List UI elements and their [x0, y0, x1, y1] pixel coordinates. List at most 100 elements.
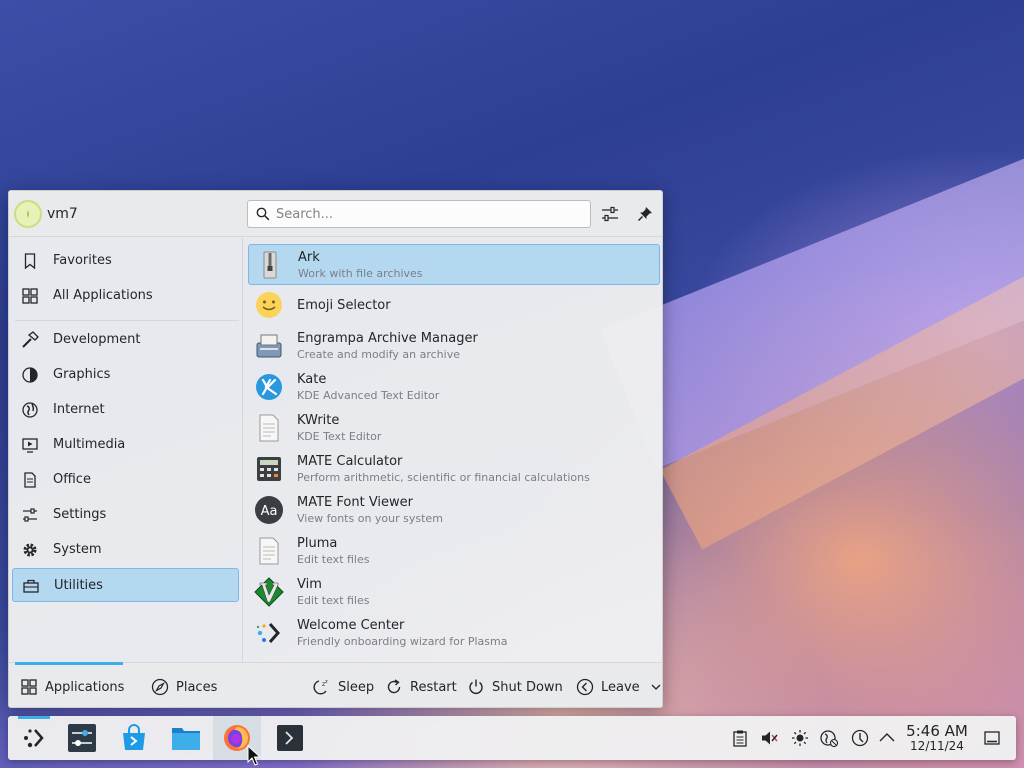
sidebar-item-multimedia[interactable]: Multimedia — [12, 428, 239, 462]
app-name: Welcome Center — [297, 618, 405, 633]
vim-icon — [254, 577, 284, 607]
grid-icon — [21, 679, 37, 695]
multimedia-icon — [22, 438, 38, 453]
terminal-icon — [277, 725, 303, 751]
sidebar-item-all-applications[interactable]: All Applications — [12, 279, 239, 313]
globe-icon — [22, 402, 38, 418]
sidebar-item-development[interactable]: Development — [12, 323, 239, 357]
restart-icon — [387, 679, 401, 694]
system-settings-icon — [68, 724, 96, 752]
app-pluma[interactable]: Pluma Edit text files — [248, 531, 660, 572]
show-desktop-icon[interactable] — [983, 729, 1001, 747]
kde-launcher-icon — [24, 729, 44, 748]
sidebar-item-office[interactable]: Office — [12, 463, 239, 497]
network-globe-icon[interactable] — [820, 729, 838, 747]
search-input[interactable] — [276, 204, 584, 224]
taskbar-panel: 5:46 AM 12/11/24 — [8, 716, 1016, 760]
kate-icon — [256, 374, 282, 400]
sidebar-item-utilities[interactable]: Utilities — [12, 568, 239, 602]
taskbar-discover[interactable] — [110, 716, 158, 760]
shutdown-button[interactable]: Shut Down — [467, 677, 563, 697]
brightness-icon[interactable] — [791, 729, 809, 747]
sidebar-item-internet[interactable]: Internet — [12, 393, 239, 427]
sidebar-item-graphics[interactable]: Graphics — [12, 358, 239, 392]
active-tab-indicator — [15, 662, 123, 665]
button-label: Shut Down — [492, 679, 563, 695]
app-description: Create and modify an archive — [297, 348, 460, 361]
tab-applications[interactable]: Applications — [20, 677, 124, 697]
taskbar-terminal[interactable] — [266, 716, 314, 760]
username[interactable]: vm7 — [47, 206, 78, 222]
compass-icon — [151, 678, 169, 696]
search-field[interactable] — [247, 200, 591, 228]
sidebar-item-settings[interactable]: Settings — [12, 498, 239, 532]
text-document-icon — [259, 414, 279, 442]
app-vim[interactable]: Vim Edit text files — [248, 572, 660, 613]
app-kwrite[interactable]: KWrite KDE Text Editor — [248, 408, 660, 449]
app-ark[interactable]: Ark Work with file archives — [248, 244, 660, 285]
sleep-button[interactable]: z z Sleep — [313, 677, 374, 697]
mouse-cursor-icon — [247, 745, 261, 766]
hammer-icon — [22, 331, 39, 348]
svg-text:z: z — [325, 679, 328, 685]
volume-muted-icon[interactable] — [760, 729, 778, 747]
app-name: Kate — [297, 372, 327, 387]
chevron-up-icon[interactable] — [878, 729, 896, 747]
app-engrampa[interactable]: Engrampa Archive Manager Create and modi… — [248, 326, 660, 367]
text-document-icon — [259, 537, 279, 565]
taskbar-file-manager[interactable] — [162, 716, 210, 760]
button-label: Sleep — [338, 679, 375, 695]
taskbar-system-settings[interactable] — [58, 716, 106, 760]
app-mate-font-viewer[interactable]: Aa MATE Font Viewer View fonts on your s… — [248, 490, 660, 531]
leave-button[interactable]: Leave — [576, 677, 662, 697]
application-launcher-button[interactable] — [10, 716, 58, 760]
tab-label: Applications — [45, 679, 125, 695]
app-kate[interactable]: Kate KDE Advanced Text Editor — [248, 367, 660, 408]
update-notifier-icon[interactable] — [851, 729, 869, 747]
configure-button[interactable] — [599, 203, 621, 225]
app-description: Friendly onboarding wizard for Plasma — [297, 635, 508, 648]
sidebar-item-label: System — [53, 542, 102, 557]
tab-places[interactable]: Places — [151, 677, 217, 697]
app-name: MATE Calculator — [297, 454, 403, 469]
grid-icon — [22, 288, 38, 304]
sidebar-item-label: Multimedia — [53, 437, 126, 452]
clipboard-icon[interactable] — [731, 729, 749, 747]
application-launcher: vm7 Favorites — [8, 190, 663, 708]
restart-button[interactable]: Restart — [385, 677, 457, 697]
sidebar-item-label: Settings — [53, 507, 107, 522]
app-name: Vim — [297, 577, 322, 592]
power-icon — [469, 679, 483, 694]
ark-icon — [263, 251, 277, 279]
app-welcome-center[interactable]: Welcome Center Friendly onboarding wizar… — [248, 613, 660, 654]
pin-icon — [637, 207, 652, 222]
digital-clock[interactable]: 5:46 AM 12/11/24 — [904, 722, 970, 753]
sidebar-item-label: All Applications — [53, 288, 153, 303]
smiley-icon — [256, 292, 282, 318]
sliders-icon — [23, 508, 37, 522]
chevron-down-icon — [651, 684, 661, 690]
launcher-header: vm7 — [9, 191, 662, 237]
app-description: KDE Advanced Text Editor — [297, 389, 440, 402]
font-viewer-icon: Aa — [255, 496, 283, 524]
pin-button[interactable] — [634, 203, 656, 225]
graphics-icon — [22, 367, 38, 383]
app-mate-calculator[interactable]: MATE Calculator Perform arithmetic, scie… — [248, 449, 660, 490]
clock-date: 12/11/24 — [910, 739, 964, 753]
app-name: Emoji Selector — [297, 298, 391, 313]
toolbox-icon — [23, 579, 39, 593]
sidebar-item-favorites[interactable]: Favorites — [12, 244, 239, 278]
gear-icon — [23, 543, 37, 557]
application-list: Ark Work with file archives Emoji Select… — [244, 238, 662, 662]
sidebar-item-label: Utilities — [54, 578, 103, 593]
app-description: Work with file archives — [298, 267, 423, 280]
app-name: Pluma — [297, 536, 338, 551]
user-avatar[interactable] — [14, 200, 42, 228]
bookmark-icon — [24, 253, 36, 270]
search-icon — [256, 207, 270, 221]
button-label: Restart — [410, 679, 457, 695]
app-name: Engrampa Archive Manager — [297, 331, 478, 346]
app-name: Ark — [298, 250, 320, 265]
sidebar-item-system[interactable]: System — [12, 533, 239, 567]
app-emoji-selector[interactable]: Emoji Selector — [248, 285, 660, 326]
